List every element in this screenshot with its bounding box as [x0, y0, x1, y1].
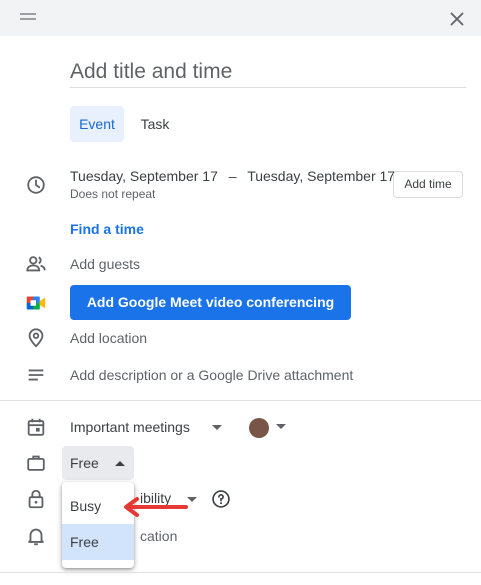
close-icon[interactable]: [446, 8, 468, 30]
google-meet-icon: [25, 292, 47, 314]
availability-selected-value: Free: [70, 455, 99, 471]
add-meet-button[interactable]: Add Google Meet video conferencing: [70, 285, 351, 320]
repeat-selector[interactable]: Does not repeat: [70, 187, 155, 201]
availability-option-free[interactable]: Free: [62, 524, 134, 560]
clock-icon: [25, 174, 47, 196]
find-a-time-link[interactable]: Find a time: [70, 221, 144, 237]
tab-task[interactable]: Task: [130, 106, 180, 142]
lock-icon: [25, 488, 47, 510]
bell-icon: [25, 525, 47, 547]
drag-handle-icon[interactable]: [20, 13, 36, 23]
calendar-icon: [25, 416, 47, 438]
color-dropdown-caret-icon[interactable]: [276, 424, 286, 429]
availability-select[interactable]: Free: [62, 446, 134, 480]
date-separator: –: [228, 168, 237, 184]
start-date[interactable]: Tuesday, September 17: [70, 168, 218, 184]
calendar-selector[interactable]: Important meetings: [70, 419, 190, 435]
bottom-divider: [0, 572, 481, 573]
briefcase-icon: [25, 452, 47, 474]
add-description-input[interactable]: Add description or a Google Drive attach…: [70, 367, 353, 383]
section-divider: [0, 400, 481, 401]
end-date[interactable]: Tuesday, September 17: [247, 168, 395, 184]
description-icon: [25, 364, 47, 386]
tab-event[interactable]: Event: [70, 106, 124, 142]
title-input[interactable]: [70, 56, 466, 88]
add-guests-input[interactable]: Add guests: [70, 256, 140, 272]
availability-dropdown-menu: Busy Free: [62, 482, 134, 568]
chevron-up-icon: [115, 461, 125, 466]
red-arrow-annotation: [120, 496, 190, 518]
dialog-header: [0, 0, 481, 36]
help-icon[interactable]: [211, 489, 231, 509]
location-pin-icon: [25, 327, 47, 349]
calendar-color-swatch[interactable]: [249, 418, 269, 438]
add-time-button[interactable]: Add time: [393, 171, 463, 198]
calendar-dropdown-caret-icon[interactable]: [212, 425, 222, 430]
add-location-input[interactable]: Add location: [70, 330, 147, 346]
date-range[interactable]: Tuesday, September 17 – Tuesday, Septemb…: [70, 168, 395, 184]
people-icon: [25, 253, 47, 275]
add-notification-link[interactable]: cation: [140, 528, 177, 544]
